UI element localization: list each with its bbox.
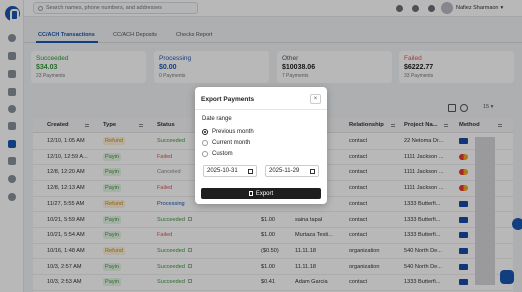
radio-label: Custom bbox=[212, 151, 233, 157]
radio-custom[interactable]: Custom bbox=[202, 151, 233, 157]
radio-unselected-icon[interactable] bbox=[202, 151, 208, 157]
date-range-label: Date range bbox=[202, 116, 232, 122]
end-date-value: 2025-11-29 bbox=[269, 168, 300, 174]
calendar-icon[interactable] bbox=[248, 169, 253, 174]
radio-selected-icon[interactable] bbox=[202, 129, 208, 135]
start-date-field[interactable]: 2025-10-31 bbox=[203, 165, 257, 177]
calendar-icon[interactable] bbox=[310, 169, 315, 174]
end-date-field[interactable]: 2025-11-29 bbox=[265, 165, 319, 177]
radio-unselected-icon[interactable] bbox=[202, 140, 208, 146]
radio-current-month[interactable]: Current month bbox=[202, 140, 250, 146]
close-button[interactable]: × bbox=[310, 94, 321, 104]
export-button[interactable]: Export bbox=[201, 188, 321, 199]
export-label: Export bbox=[255, 190, 274, 197]
start-date-value: 2025-10-31 bbox=[207, 168, 238, 174]
radio-label: Current month bbox=[212, 140, 251, 146]
divider bbox=[195, 109, 327, 110]
dialog-title: Export Payments bbox=[201, 96, 255, 103]
file-icon bbox=[248, 191, 253, 196]
export-payments-dialog: Export Payments × Date range Previous mo… bbox=[195, 87, 327, 204]
radio-previous-month[interactable]: Previous month bbox=[202, 129, 254, 135]
radio-label: Previous month bbox=[212, 129, 254, 135]
